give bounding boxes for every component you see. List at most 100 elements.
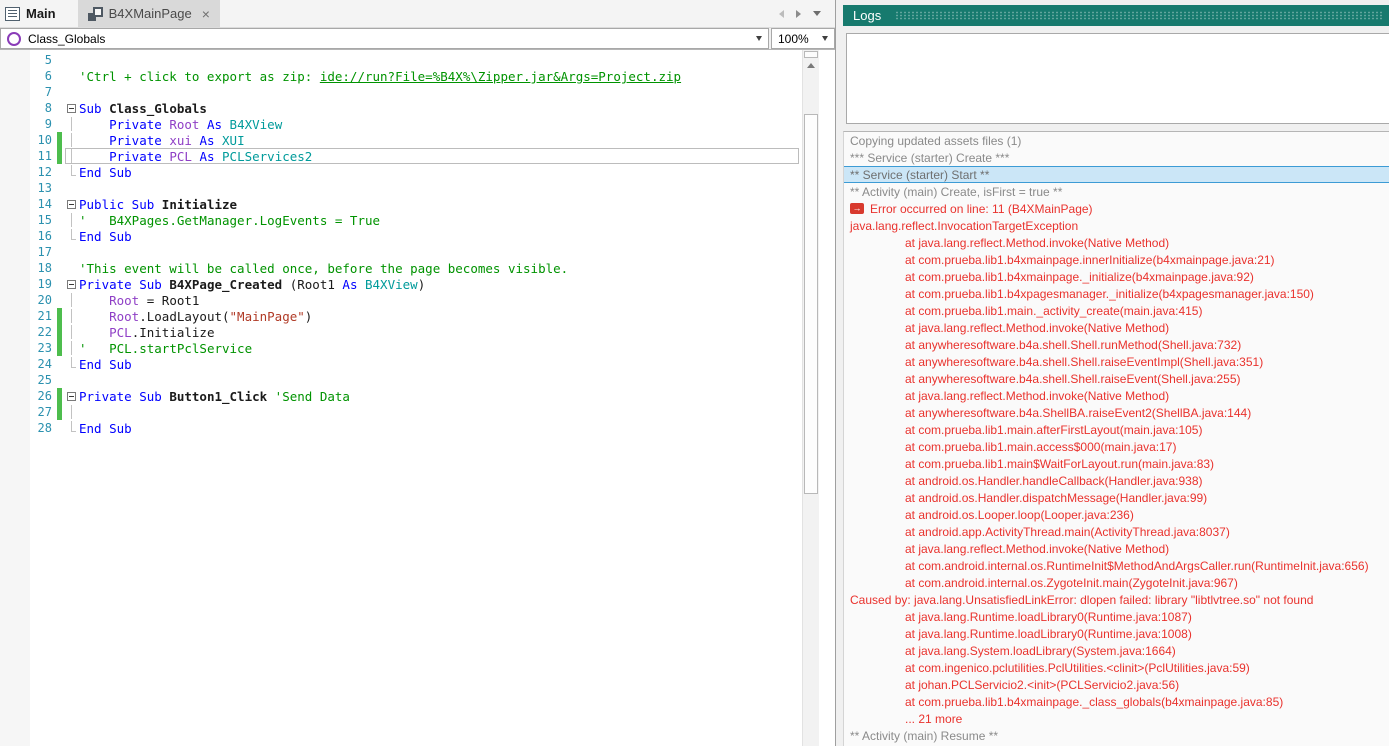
code-line[interactable]: 12 End Sub (0, 164, 799, 180)
code-line[interactable]: 19 Private Sub B4XPage_Created (Root1 As … (0, 276, 799, 292)
nav-forward-icon[interactable] (796, 9, 801, 18)
log-row[interactable]: at java.lang.reflect.Method.invoke(Nativ… (844, 387, 1389, 404)
log-row[interactable]: ** Activity (main) Resume ** (844, 727, 1389, 744)
code-line[interactable]: 23 ' PCL.startPclService (0, 340, 799, 356)
log-text: at java.lang.Runtime.loadLibrary0(Runtim… (905, 609, 1192, 624)
line-number: 14 (37, 197, 52, 211)
log-text: at com.prueba.lib1.b4xpagesmanager._init… (905, 286, 1314, 301)
code-line[interactable]: 9 Private Root As B4XView (0, 116, 799, 132)
log-row[interactable]: at com.prueba.lib1.b4xmainpage.innerInit… (844, 251, 1389, 268)
log-row[interactable]: at java.lang.reflect.Method.invoke(Nativ… (844, 319, 1389, 336)
log-row[interactable]: at anywheresoftware.b4a.shell.Shell.runM… (844, 336, 1389, 353)
line-number: 19 (37, 277, 52, 291)
fold-guide (66, 133, 79, 147)
code-line[interactable]: 28 End Sub (0, 420, 799, 436)
code-line[interactable]: 10 Private xui As XUI (0, 132, 799, 148)
log-row[interactable]: at android.os.Handler.dispatchMessage(Ha… (844, 489, 1389, 506)
close-icon[interactable]: × (202, 7, 210, 21)
tab-b4xmainpage[interactable]: B4XMainPage × (77, 0, 220, 27)
log-row-selected[interactable]: ** Service (starter) Start ** (844, 166, 1389, 183)
scrollbar-thumb[interactable] (804, 114, 818, 494)
nav-dropdown-icon[interactable] (813, 11, 821, 16)
log-row[interactable]: at com.prueba.lib1.main._activity_create… (844, 302, 1389, 319)
log-text: Error occurred on line: 11 (B4XMainPage) (870, 201, 1093, 216)
code-line[interactable]: 16 End Sub (0, 228, 799, 244)
log-row[interactable]: *** Service (starter) Create *** (844, 149, 1389, 166)
logs-filter-box[interactable] (846, 33, 1389, 124)
log-row[interactable]: ... 21 more (844, 710, 1389, 727)
log-row[interactable]: → Error occurred on line: 11 (B4XMainPage… (844, 200, 1389, 217)
code-line[interactable]: 20 Root = Root1 (0, 292, 799, 308)
code-line[interactable]: 15 ' B4XPages.GetManager.LogEvents = True (0, 212, 799, 228)
panel-drag-handle-dots (895, 11, 1383, 20)
log-row[interactable]: at com.prueba.lib1.main.afterFirstLayout… (844, 421, 1389, 438)
change-bar (57, 196, 62, 212)
splitter-grip[interactable] (804, 51, 818, 58)
code-editor[interactable]: 5 6 'Ctrl + click to export as zip: ide://… (0, 50, 835, 746)
code-line[interactable]: 25 (0, 372, 799, 388)
log-row[interactable]: at com.prueba.lib1.b4xpagesmanager._init… (844, 285, 1389, 302)
log-row[interactable]: at com.android.internal.os.RuntimeInit$M… (844, 557, 1389, 574)
log-row[interactable]: at android.app.ActivityThread.main(Activ… (844, 523, 1389, 540)
code-line[interactable]: 24 End Sub (0, 356, 799, 372)
tab-main[interactable]: Main (0, 0, 66, 27)
log-row[interactable]: at johan.PCLServicio2.<init>(PCLServicio… (844, 676, 1389, 693)
log-row[interactable]: at com.prueba.lib1.main$WaitForLayout.ru… (844, 455, 1389, 472)
log-row[interactable]: at java.lang.reflect.Method.invoke(Nativ… (844, 234, 1389, 251)
fold-guide (66, 165, 79, 179)
change-bar (57, 420, 62, 436)
log-row[interactable]: at anywheresoftware.b4a.shell.Shell.rais… (844, 370, 1389, 387)
change-bar (57, 260, 62, 276)
log-row[interactable]: at java.lang.Runtime.loadLibrary0(Runtim… (844, 608, 1389, 625)
log-text: at com.prueba.lib1.main$WaitForLayout.ru… (905, 456, 1215, 471)
log-row[interactable]: at java.lang.Runtime.loadLibrary0(Runtim… (844, 625, 1389, 642)
log-row[interactable]: at com.prueba.lib1.b4xmainpage._class_gl… (844, 693, 1389, 710)
log-row[interactable]: at com.prueba.lib1.main.access$000(main.… (844, 438, 1389, 455)
log-row[interactable]: at anywheresoftware.b4a.shell.Shell.rais… (844, 353, 1389, 370)
log-row[interactable]: at java.lang.System.loadLibrary(System.j… (844, 642, 1389, 659)
log-text: at com.prueba.lib1.main.access$000(main.… (905, 439, 1177, 454)
log-row[interactable]: Caused by: java.lang.UnsatisfiedLinkErro… (844, 591, 1389, 608)
log-row[interactable]: java.lang.reflect.InvocationTargetExcept… (844, 217, 1389, 234)
fold-collapse-icon[interactable] (66, 101, 79, 115)
code-text: ' B4XPages.GetManager.LogEvents = True (79, 213, 381, 228)
nav-back-icon[interactable] (779, 9, 784, 18)
code-line[interactable]: 22 PCL.Initialize (0, 324, 799, 340)
tab-b4xmainpage-label: B4XMainPage (108, 6, 192, 21)
code-line[interactable]: 7 (0, 84, 799, 100)
fold-collapse-icon[interactable] (66, 389, 79, 403)
log-text: at com.prueba.lib1.main._activity_create… (905, 303, 1203, 318)
member-selector-value: Class_Globals (28, 31, 106, 46)
fold-collapse-icon[interactable] (66, 277, 79, 291)
code-line[interactable]: 27 (0, 404, 799, 420)
code-line[interactable]: 26 Private Sub Button1_Click 'Send Data (0, 388, 799, 404)
change-bar (57, 244, 62, 260)
fold-guide (66, 245, 79, 259)
log-row[interactable]: at java.lang.reflect.Method.invoke(Nativ… (844, 540, 1389, 557)
code-text: Private Root As B4XView (109, 117, 283, 132)
code-line[interactable]: 6 'Ctrl + click to export as zip: ide://r… (0, 68, 799, 84)
log-row[interactable]: at com.prueba.lib1.b4xmainpage._initiali… (844, 268, 1389, 285)
scroll-up-button[interactable] (803, 58, 819, 73)
code-line[interactable]: 13 (0, 180, 799, 196)
log-row[interactable]: ** Activity (main) Create, isFirst = tru… (844, 183, 1389, 200)
editor-vertical-scrollbar[interactable] (802, 50, 819, 746)
code-text: 'Ctrl + click to export as zip: ide://ru… (79, 69, 682, 84)
code-line[interactable]: 17 (0, 244, 799, 260)
log-row[interactable]: at anywheresoftware.b4a.ShellBA.raiseEve… (844, 404, 1389, 421)
code-line[interactable]: 14 Public Sub Initialize (0, 196, 799, 212)
code-line[interactable]: 18 'This event will be called once, befor… (0, 260, 799, 276)
zoom-selector[interactable]: 100% (771, 28, 835, 49)
log-row[interactable]: Copying updated assets files (1) (844, 132, 1389, 149)
log-row[interactable]: at android.os.Looper.loop(Looper.java:23… (844, 506, 1389, 523)
code-line[interactable]: 21 Root.LoadLayout("MainPage") (0, 308, 799, 324)
code-line[interactable]: 5 (0, 52, 799, 68)
code-line[interactable]: 11 Private PCL As PCLServices2 (0, 148, 799, 164)
member-selector[interactable]: Class_Globals (0, 28, 769, 49)
log-row[interactable]: at com.android.internal.os.ZygoteInit.ma… (844, 574, 1389, 591)
fold-collapse-icon[interactable] (66, 197, 79, 211)
form-icon (5, 6, 20, 21)
code-line[interactable]: 8 Sub Class_Globals (0, 100, 799, 116)
log-row[interactable]: at com.ingenico.pclutilities.PclUtilitie… (844, 659, 1389, 676)
log-row[interactable]: at android.os.Handler.handleCallback(Han… (844, 472, 1389, 489)
